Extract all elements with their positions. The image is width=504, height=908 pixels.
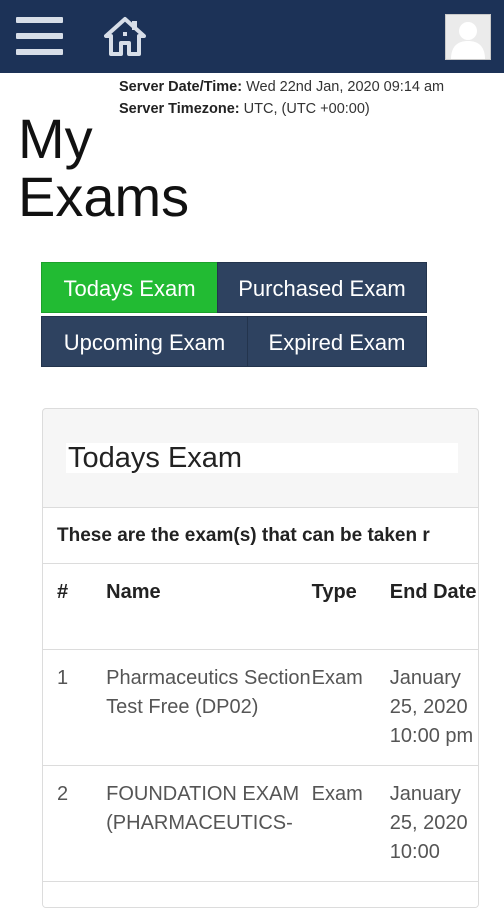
exam-name: Pharmaceutics Section Test Free (DP02) xyxy=(106,666,311,718)
row-number: 2 xyxy=(57,782,69,805)
row-number: 1 xyxy=(57,666,69,689)
table-header-row: # Name Type End Date xyxy=(43,564,478,649)
todays-exam-card: Todays Exam These are the exam(s) that c… xyxy=(42,408,479,908)
server-datetime: Server Date/Time: Wed 22nd Jan, 2020 09:… xyxy=(119,76,444,98)
tab-upcoming-exam[interactable]: Upcoming Exam xyxy=(41,316,248,367)
column-header-number: # xyxy=(57,581,69,603)
hamburger-menu-icon[interactable] xyxy=(16,17,63,55)
server-datetime-value: Wed 22nd Jan, 2020 09:14 am xyxy=(246,79,445,95)
table-row[interactable]: 2 FOUNDATION EXAM (PHARMACEUTICS- Exam J… xyxy=(43,765,478,881)
card-header: Todays Exam xyxy=(43,409,478,508)
exam-end-date: January 25, 2020 10:00 pm xyxy=(389,666,474,747)
top-navigation-bar xyxy=(0,0,504,73)
home-icon[interactable] xyxy=(104,16,146,58)
card-title: Todays Exam xyxy=(66,443,458,473)
exam-notice: These are the exam(s) that can be taken … xyxy=(43,508,478,564)
user-avatar-icon[interactable] xyxy=(445,14,491,60)
exam-name: FOUNDATION EXAM (PHARMACEUTICS- xyxy=(106,782,300,834)
tab-expired-exam[interactable]: Expired Exam xyxy=(247,316,427,367)
page-title: My Exams xyxy=(18,107,190,228)
exam-type: Exam xyxy=(311,782,363,805)
column-header-name: Name xyxy=(106,581,161,603)
tab-purchased-exam[interactable]: Purchased Exam xyxy=(217,262,427,313)
exam-type: Exam xyxy=(311,666,363,689)
card-body: These are the exam(s) that can be taken … xyxy=(43,508,478,907)
column-header-type: Type xyxy=(311,581,357,603)
server-datetime-label: Server Date/Time: xyxy=(119,79,243,95)
table-row[interactable]: 1 Pharmaceutics Section Test Free (DP02)… xyxy=(43,649,478,765)
exam-end-date: January 25, 2020 10:00 xyxy=(389,782,468,863)
column-header-end-date: End Date xyxy=(389,581,477,603)
exam-table: # Name Type End Date 1 Pharmaceutics Sec… xyxy=(43,564,478,882)
tab-todays-exam[interactable]: Todays Exam xyxy=(41,262,218,313)
